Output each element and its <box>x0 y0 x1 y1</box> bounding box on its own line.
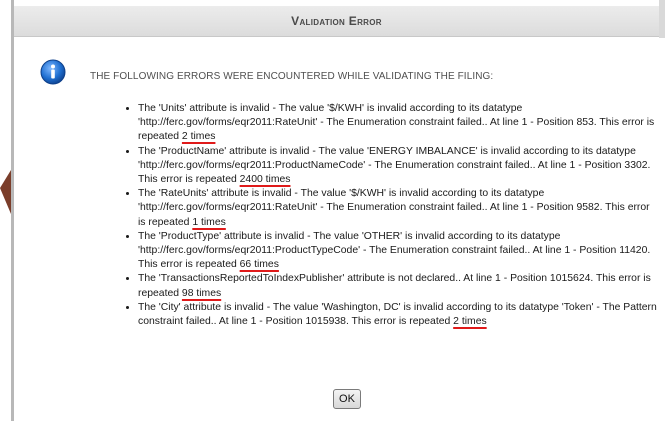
list-item: The 'ProductType' attribute is invalid -… <box>138 230 658 273</box>
error-message: The 'Units' attribute is invalid - The v… <box>138 103 655 143</box>
error-message: The 'ProductType' attribute is invalid -… <box>138 230 651 271</box>
error-repeat-count: 2400 times <box>239 174 291 186</box>
dialog-title: Validation Error <box>14 6 659 37</box>
error-intro-text: The following errors were encountered wh… <box>90 71 494 82</box>
list-item: The 'City' attribute is invalid - The va… <box>138 301 658 329</box>
list-item: The 'ProductName' attribute is invalid -… <box>138 145 658 188</box>
list-item: The 'TransactionsReportedToIndexPublishe… <box>138 272 658 300</box>
error-repeat-count: 2 times <box>453 316 487 328</box>
error-message: The 'ProductName' attribute is invalid -… <box>138 145 651 186</box>
list-item: The 'RateUnits' attribute is invalid - T… <box>138 187 658 230</box>
error-repeat-count: 66 times <box>239 259 279 271</box>
ok-button[interactable]: OK <box>333 389 361 409</box>
list-item: The 'Units' attribute is invalid - The v… <box>138 102 658 145</box>
error-repeat-count: 98 times <box>181 287 222 299</box>
error-repeat-count: 2 times <box>181 131 216 143</box>
background-arrow-shape <box>0 170 11 214</box>
validation-error-dialog: Validation Error The following errors we… <box>14 0 659 421</box>
error-message: The 'City' attribute is invalid - The va… <box>138 301 657 328</box>
error-repeat-count: 1 times <box>192 216 226 228</box>
window-right-border <box>659 0 665 38</box>
info-icon <box>40 59 66 85</box>
error-list: The 'Units' attribute is invalid - The v… <box>124 102 658 329</box>
page: Validation Error The following errors we… <box>0 0 665 421</box>
